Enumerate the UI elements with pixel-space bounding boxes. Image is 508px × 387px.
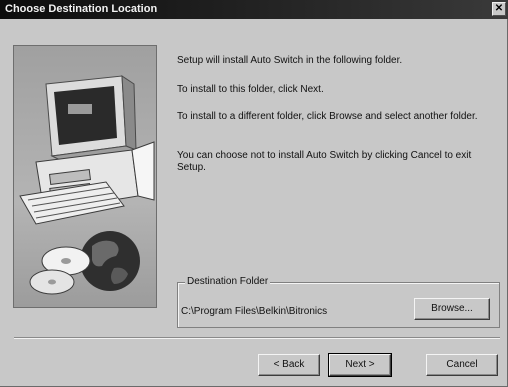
instruction-browse: To install to a different folder, click … — [177, 111, 478, 122]
setup-dialog: Choose Destination Location ✕ Setup will… — [0, 0, 508, 387]
browse-button[interactable]: Browse... — [414, 298, 490, 320]
cancel-button[interactable]: Cancel — [426, 354, 498, 376]
monitor-icon — [45, 75, 138, 163]
footer-separator — [14, 337, 500, 339]
instruction-cancel: You can choose not to install Auto Switc… — [177, 150, 472, 173]
computer-icon — [19, 75, 155, 295]
instruction-next: To install to this folder, click Next. — [177, 84, 324, 95]
back-button[interactable]: < Back — [258, 354, 320, 376]
close-icon: ✕ — [494, 3, 504, 14]
title-bar[interactable]: Choose Destination Location ✕ — [0, 0, 508, 19]
browse-label: Browse... — [431, 303, 473, 314]
cd-icon — [29, 246, 91, 295]
setup-illustration — [13, 45, 157, 308]
window-title: Choose Destination Location — [5, 3, 158, 15]
destination-path: C:\Program Files\Belkin\Bitronics — [181, 306, 328, 317]
back-label: < Back — [273, 359, 305, 370]
cancel-label: Cancel — [446, 359, 478, 370]
intro-text: Setup will install Auto Switch in the fo… — [177, 55, 403, 66]
destination-legend: Destination Folder — [185, 276, 271, 288]
close-button[interactable]: ✕ — [492, 2, 506, 16]
keyboard-icon — [19, 181, 125, 225]
next-button[interactable]: Next > — [328, 353, 392, 377]
next-label: Next > — [345, 359, 375, 370]
